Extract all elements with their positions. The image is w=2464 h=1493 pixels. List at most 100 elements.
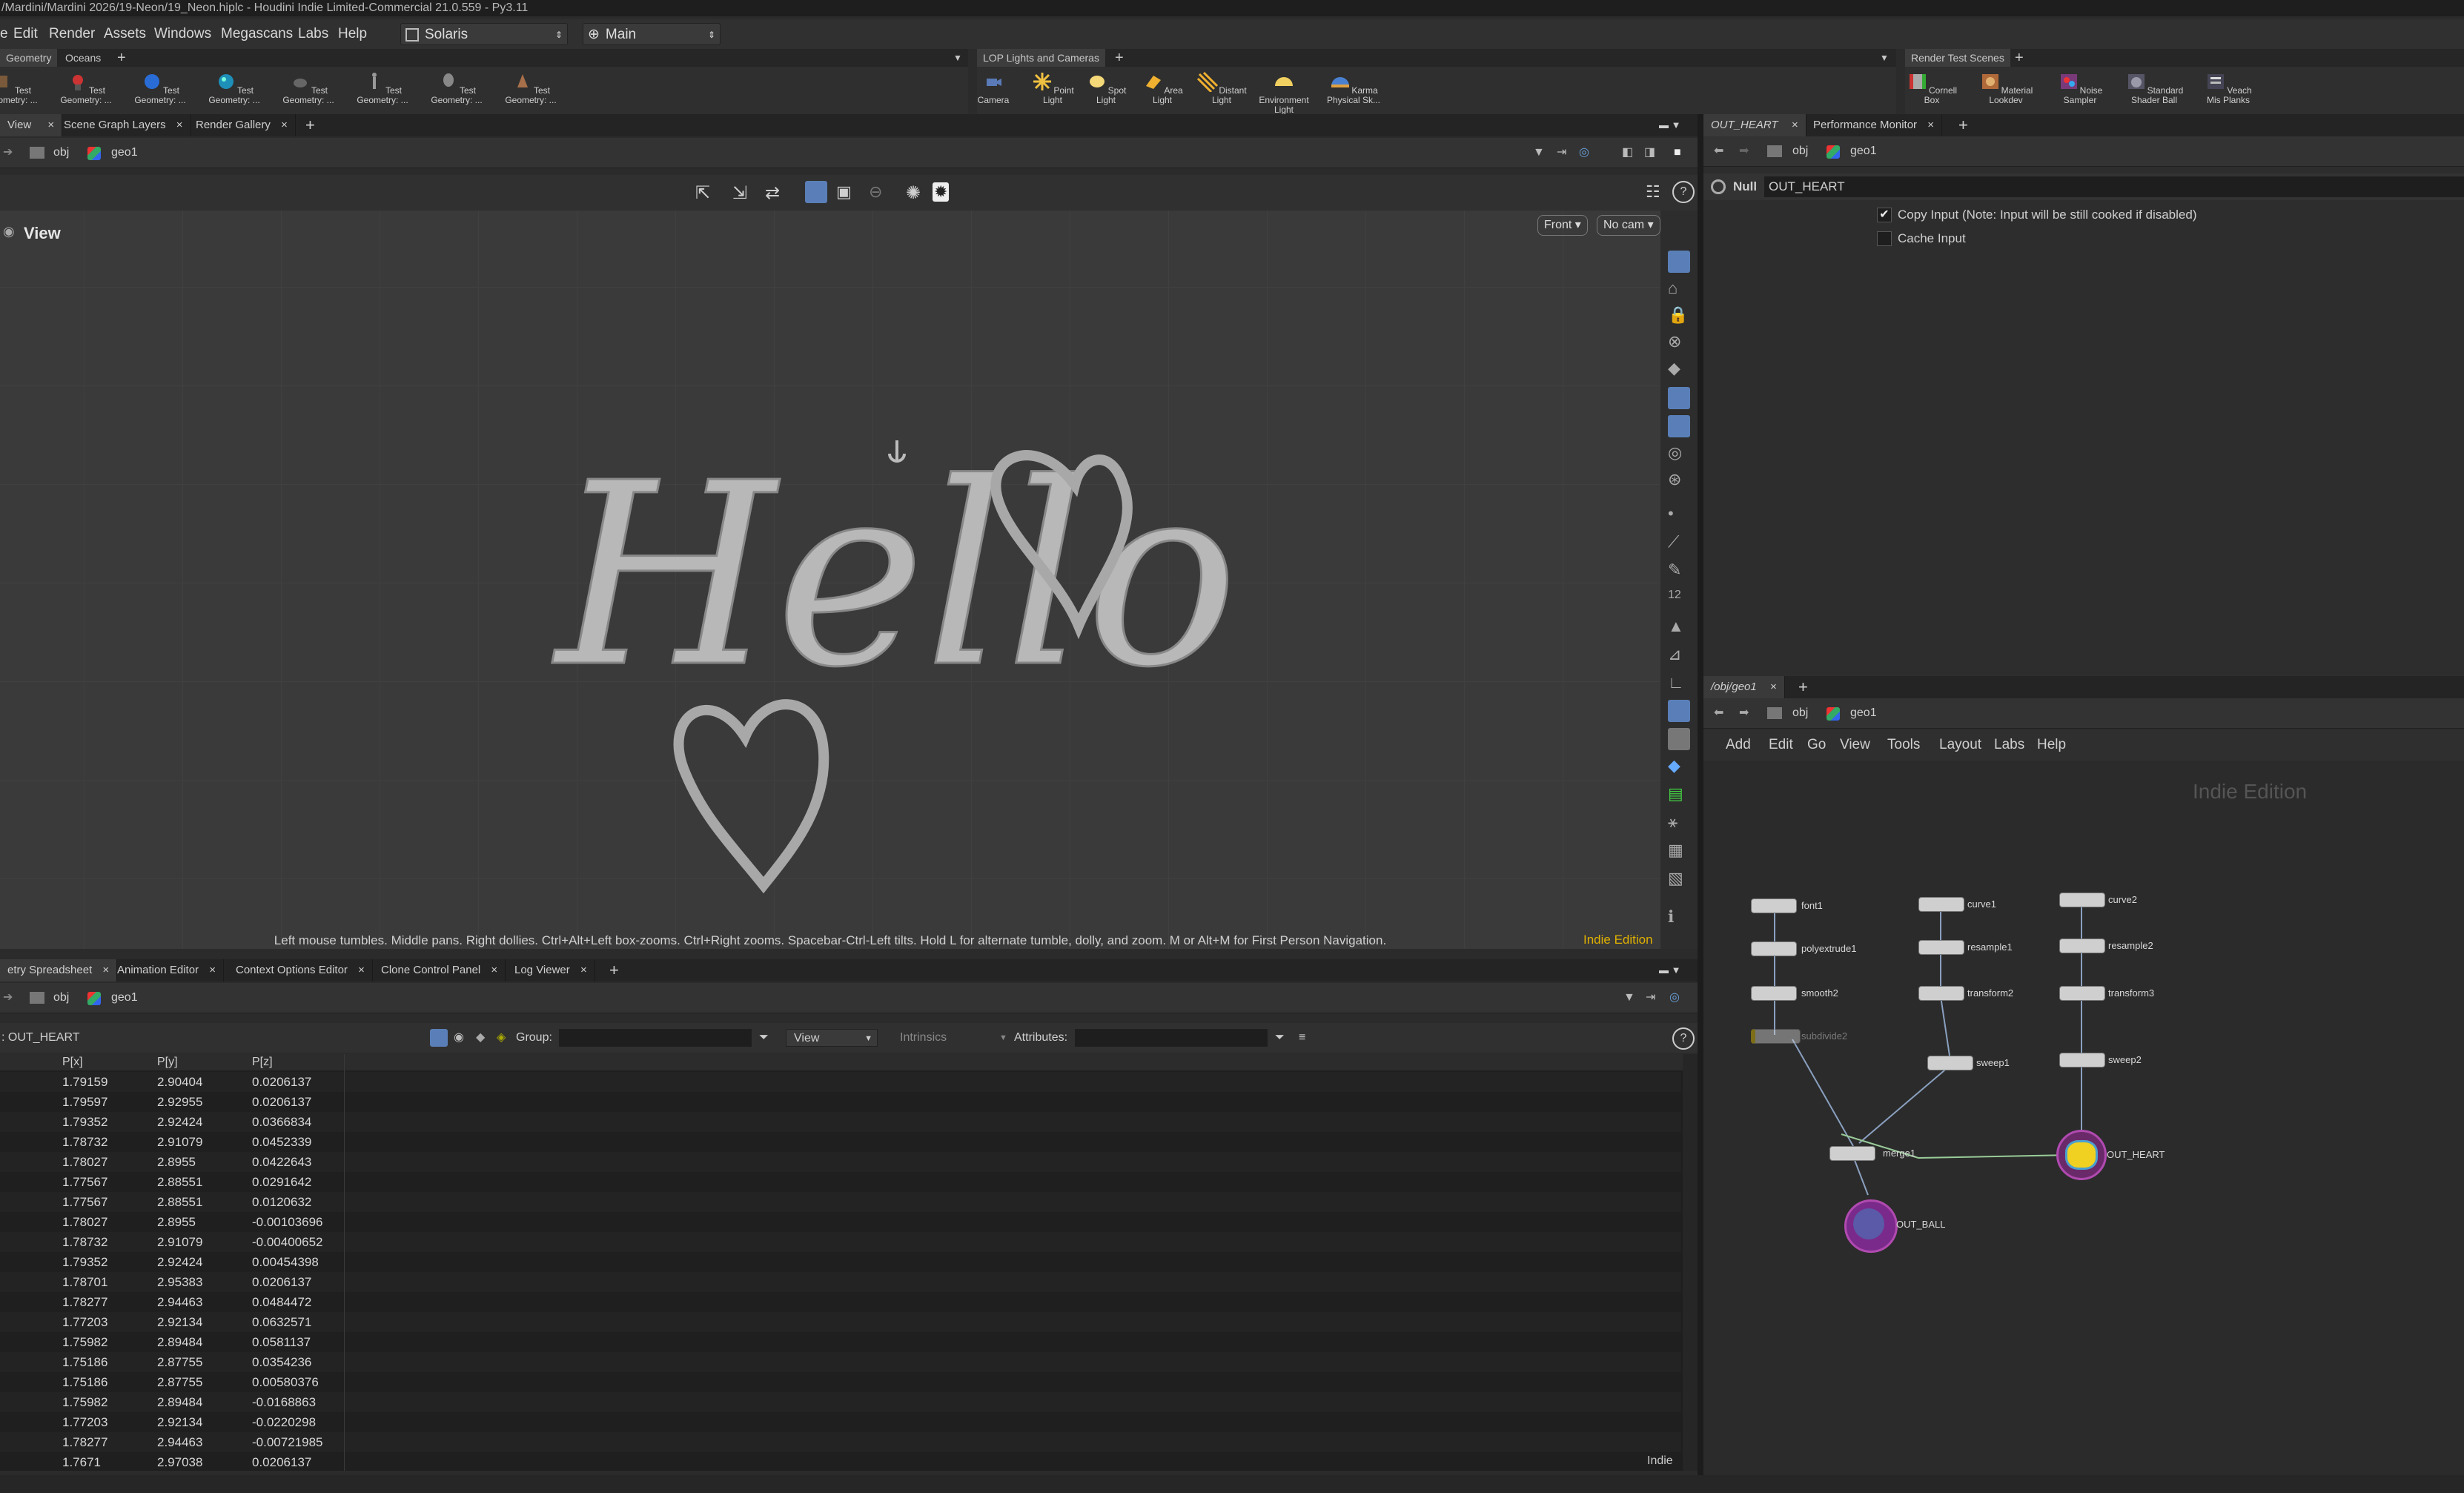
copy-input-checkbox[interactable]: ✔ — [1877, 208, 1892, 222]
shelf-tab-oceans[interactable]: Oceans — [59, 49, 107, 67]
path-obj[interactable]: obj — [1792, 136, 1808, 166]
normals-icon[interactable]: ⟋ — [1668, 532, 1690, 555]
link-icon[interactable]: ◎ — [1669, 983, 1680, 1013]
sun-icon[interactable]: ✹ — [933, 182, 950, 202]
close-icon[interactable]: × — [491, 964, 497, 976]
display-options-icon[interactable]: ☷ — [1646, 182, 1660, 202]
columns-icon[interactable]: ≡ — [1299, 1023, 1305, 1053]
tab-log-viewer[interactable]: Log Viewer × — [507, 959, 595, 981]
pane-maximize-icon[interactable]: ▬ ▼ — [1659, 959, 1680, 981]
brush-icon[interactable]: ▲ — [1668, 617, 1690, 639]
pin-icon[interactable]: ⇥ — [1557, 138, 1566, 168]
close-icon[interactable]: × — [1792, 119, 1798, 131]
table-row[interactable]: 1.77203 2.92134 0.0632571 — [0, 1312, 1681, 1332]
view-tool-icon[interactable] — [1668, 251, 1690, 273]
group-field[interactable] — [559, 1029, 752, 1047]
table-row[interactable]: 1.79352 2.92424 0.00454398 — [0, 1252, 1681, 1272]
bulb-icon[interactable] — [1668, 387, 1690, 409]
veach-planks-tool[interactable]: Veach Mis Planks — [2197, 71, 2259, 105]
pin-icon[interactable]: ⇥ — [1646, 983, 1655, 1013]
add-tab-icon[interactable]: + — [1951, 114, 1975, 136]
single-view-icon[interactable]: ■ — [1674, 138, 1681, 168]
vertices-mode-icon[interactable]: ◉ — [454, 1023, 464, 1053]
points-icon[interactable]: • — [1668, 504, 1690, 526]
forward-icon[interactable]: ➡ — [1739, 136, 1749, 166]
shelf-menu-icon[interactable]: ▼ — [947, 49, 968, 67]
arrow-right-icon[interactable]: ➔ — [3, 983, 13, 1013]
menu-megascans[interactable]: Megascans — [221, 19, 293, 49]
link-icon[interactable]: ◎ — [1579, 138, 1589, 168]
table-row[interactable]: 1.75186 2.87755 0.0354236 — [0, 1352, 1681, 1372]
select-tool-icon[interactable]: ⇱ — [695, 182, 710, 204]
shelf-tool[interactable]: Test Geometry: ... — [0, 71, 49, 105]
menu-render[interactable]: Render — [49, 19, 95, 49]
timeline-strip[interactable] — [0, 1475, 2464, 1493]
table-row[interactable]: 1.77567 2.88551 0.0291642 — [0, 1172, 1681, 1192]
shading-icon[interactable] — [1668, 415, 1690, 437]
menu-labs[interactable]: Labs — [298, 19, 328, 49]
tab-scene-view[interactable]: View × — [0, 114, 63, 136]
area-light-tool[interactable]: Area Light — [1136, 71, 1189, 105]
node-name-field[interactable]: OUT_HEART — [1764, 176, 2464, 197]
desktop-dropdown[interactable]: Solaris ⇕ — [400, 23, 568, 45]
tab-context-options[interactable]: Context Options Editor × — [228, 959, 373, 981]
xray-icon[interactable]: ⊛ — [1668, 470, 1690, 492]
camera-lock-icon[interactable]: ⊗ — [1668, 332, 1690, 354]
table-row[interactable]: 1.75982 2.89484 0.0581137 — [0, 1332, 1681, 1352]
close-icon[interactable]: × — [580, 964, 587, 976]
path-obj[interactable]: obj — [53, 983, 69, 1013]
shelf-tool[interactable]: Test Geometry: ... — [420, 71, 494, 105]
image-icon[interactable]: ▤ — [1668, 784, 1690, 807]
close-icon[interactable]: × — [1927, 119, 1934, 131]
tab-geometry-spreadsheet[interactable]: etry Spreadsheet × — [0, 959, 118, 981]
tab-clone-control[interactable]: Clone Control Panel × — [374, 959, 506, 981]
tab-render-gallery[interactable]: Render Gallery × — [188, 114, 296, 136]
snap-icon[interactable] — [805, 181, 827, 203]
environment-light-tool[interactable]: Environment Light — [1253, 71, 1315, 115]
shelf-tool[interactable]: Test Geometry: ... — [49, 71, 123, 105]
ruler-icon[interactable]: ⊿ — [1668, 645, 1690, 667]
menu-help[interactable]: Help — [338, 19, 367, 49]
menu-windows[interactable]: Windows — [154, 19, 211, 49]
primitives-mode-icon[interactable]: ◆ — [476, 1023, 485, 1053]
distant-light-tool[interactable]: Distant Light — [1193, 71, 1250, 105]
tab-out-heart[interactable]: OUT_HEART × — [1703, 114, 1806, 136]
close-icon[interactable]: × — [47, 119, 54, 131]
karma-sky-tool[interactable]: Karma Physical Sk... — [1322, 71, 1385, 105]
snap-grid-icon[interactable] — [1668, 700, 1690, 722]
column-header[interactable]: P[y] — [157, 1054, 178, 1070]
table-row[interactable]: 1.78277 2.94463 0.0484472 — [0, 1292, 1681, 1312]
menu-file[interactable]: e — [0, 19, 8, 49]
path-geo[interactable]: geo1 — [1850, 136, 1877, 166]
close-icon[interactable]: × — [102, 964, 109, 976]
cache-input-checkbox[interactable] — [1877, 231, 1892, 246]
close-icon[interactable]: × — [358, 964, 365, 976]
filter-icon[interactable]: ⏷ — [1275, 1023, 1285, 1053]
context-dropdown[interactable]: ⊕ Main ⇕ — [583, 23, 721, 45]
ghost-icon[interactable]: ⌂ — [1668, 279, 1690, 301]
path-dropdown-icon[interactable]: ▼ — [1533, 138, 1545, 168]
light-link-icon[interactable]: ✺ — [906, 182, 921, 204]
camera-tool[interactable]: Camera — [967, 71, 1020, 105]
numbers-icon[interactable]: 12 — [1668, 589, 1690, 611]
close-icon[interactable]: × — [281, 119, 288, 131]
table-row[interactable]: 1.75186 2.87755 0.00580376 — [0, 1372, 1681, 1392]
tab-performance-monitor[interactable]: Performance Monitor × — [1806, 114, 1942, 136]
tab-scene-graph-layers[interactable]: Scene Graph Layers × — [56, 114, 191, 136]
points-mode-icon[interactable] — [430, 1029, 448, 1047]
shelf-tab-lop-lights[interactable]: LOP Lights and Cameras — [977, 49, 1105, 67]
background-icon[interactable]: ▦ — [1668, 841, 1690, 863]
wand-icon[interactable]: ⚹ — [1668, 812, 1690, 835]
shelf-tool[interactable]: Test Geometry: ... — [494, 71, 568, 105]
spot-light-tool[interactable]: Spot Light — [1079, 71, 1133, 105]
point-light-tool[interactable]: Point Light — [1026, 71, 1079, 105]
table-row[interactable]: 1.78732 2.91079 -0.00400652 — [0, 1232, 1681, 1252]
table-row[interactable]: 1.77567 2.88551 0.0120632 — [0, 1192, 1681, 1212]
tab-animation-editor[interactable]: Animation Editor × — [110, 959, 224, 981]
viewport-layout-icon[interactable]: ◨ — [1644, 138, 1655, 168]
material-lookdev-tool[interactable]: Material Lookdev — [1975, 71, 2037, 105]
path-geo[interactable]: geo1 — [111, 983, 138, 1013]
cornell-box-tool[interactable]: Cornell Box — [1901, 71, 1963, 105]
shelf-tab-render-test[interactable]: Render Test Scenes — [1905, 49, 2010, 67]
table-row[interactable]: 1.77203 2.92134 -0.0220298 — [0, 1412, 1681, 1432]
